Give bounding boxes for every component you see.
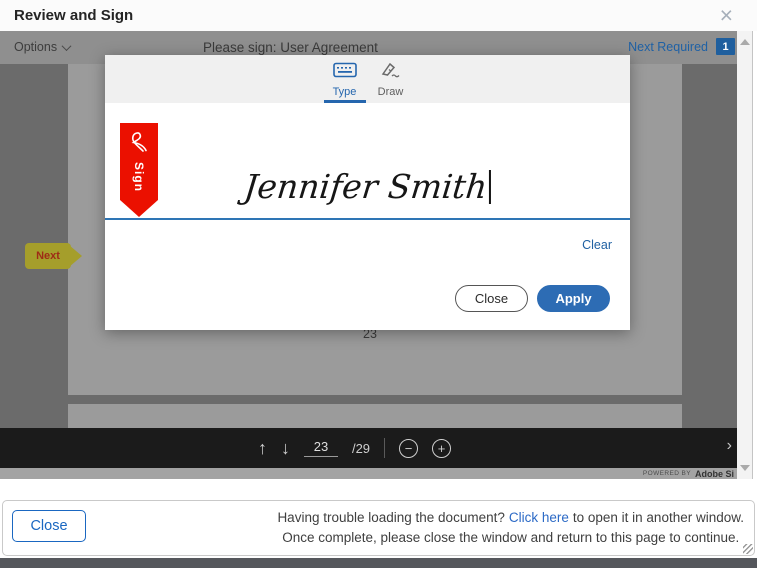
signature-input[interactable]: Jennifer Smith — [103, 167, 632, 206]
next-tag-arrow — [69, 245, 82, 267]
toolbar-divider — [384, 438, 385, 458]
footer-close-button[interactable]: Close — [12, 510, 86, 542]
options-label: Options — [14, 40, 57, 54]
tab-draw[interactable]: Draw — [370, 55, 412, 103]
next-field-tag[interactable]: Next — [25, 243, 71, 269]
options-menu[interactable]: Options — [14, 40, 70, 54]
footer-help-text: Having trouble loading the document? Clic… — [277, 508, 744, 548]
powered-by-strip: POWERED BY Adobe Si — [0, 468, 737, 479]
page-total-label: /29 — [352, 441, 370, 456]
signature-value: Jennifer Smith — [242, 167, 489, 206]
page-number-input[interactable] — [304, 439, 338, 457]
window-bottom-edge — [0, 558, 757, 568]
review-and-sign-window: Review and Sign × Options Please sign: U… — [0, 0, 757, 568]
zoom-in-button[interactable]: + — [432, 439, 451, 458]
footer-help-line2: Once complete, please close the window a… — [277, 528, 744, 548]
footer-help-line1-before: Having trouble loading the document? — [277, 510, 504, 525]
chevron-down-icon — [62, 41, 72, 51]
adobe-acrobat-logo-icon — [128, 129, 150, 158]
dialog-title: Review and Sign — [14, 7, 133, 24]
sign-instruction-title: Please sign: User Agreement — [203, 40, 378, 55]
signature-close-button[interactable]: Close — [455, 285, 528, 312]
scroll-up-icon[interactable] — [740, 39, 750, 45]
footer-help-line1-after: to open it in another window. — [573, 510, 744, 525]
next-tag-label: Next — [36, 250, 60, 262]
dialog-header: Review and Sign × — [0, 0, 757, 31]
signature-baseline — [105, 218, 630, 220]
tab-type[interactable]: Type — [324, 55, 366, 103]
page-up-icon[interactable]: ↑ — [258, 439, 267, 457]
close-icon[interactable]: × — [720, 1, 733, 29]
page-down-icon[interactable]: ↓ — [281, 439, 290, 457]
clear-link[interactable]: Clear — [582, 238, 612, 252]
adobe-sign-brand: Adobe Si — [695, 469, 734, 479]
document-next-page — [68, 404, 682, 428]
pen-icon — [380, 62, 402, 83]
click-here-link[interactable]: Click here — [509, 510, 569, 525]
signature-modal: Type Draw Sign Jennifer Smith Clear Clos… — [105, 55, 630, 330]
keyboard-icon — [333, 62, 357, 83]
pdf-toolbar: ↑ ↓ /29 − + › — [0, 428, 737, 468]
tab-draw-label: Draw — [378, 86, 404, 98]
toolbar-overflow-chevron-icon[interactable]: › — [727, 437, 732, 455]
next-required-button[interactable]: Next Required 1 — [628, 38, 735, 55]
next-required-label: Next Required — [628, 40, 708, 54]
zoom-out-button[interactable]: − — [399, 439, 418, 458]
viewer-scrollbar[interactable] — [737, 31, 753, 479]
signature-modal-tabs: Type Draw — [105, 55, 630, 103]
text-caret — [489, 170, 491, 204]
footer-help-line1: Having trouble loading the document? Clic… — [277, 508, 744, 528]
signature-apply-button[interactable]: Apply — [537, 285, 610, 312]
next-required-count-badge: 1 — [716, 38, 735, 55]
scroll-down-icon[interactable] — [740, 465, 750, 471]
tab-type-label: Type — [333, 86, 357, 98]
footer-panel: Close Having trouble loading the documen… — [2, 500, 755, 556]
powered-by-prefix: POWERED BY — [643, 470, 691, 477]
resize-handle[interactable] — [743, 544, 753, 554]
